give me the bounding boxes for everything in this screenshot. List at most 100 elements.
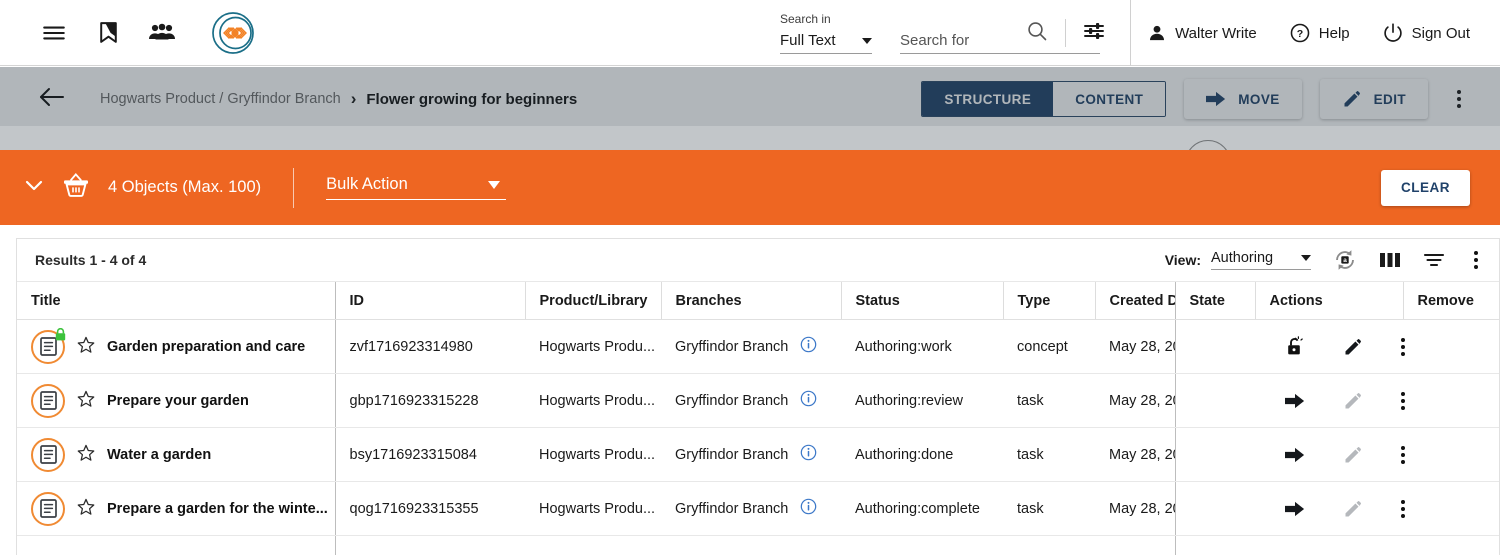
help-label: Help — [1318, 24, 1350, 42]
table-row[interactable]: Water a garden bsy1716923315084 Hogwarts… — [17, 427, 1499, 482]
favorite-star-icon[interactable] — [77, 390, 95, 412]
edit-pencil-icon — [1343, 445, 1363, 465]
view-mode-toggle: STRUCTURE CONTENT — [921, 81, 1167, 117]
back-arrow-icon[interactable] — [38, 85, 66, 114]
cell-id: zvf1716923314980 — [334, 319, 525, 374]
arrow-right-icon[interactable] — [1285, 446, 1305, 464]
table-row[interactable]: Prepare a garden for the winte... qog171… — [17, 481, 1499, 536]
cell-type: concept — [1003, 319, 1095, 374]
dot — [1401, 499, 1405, 504]
column-header-type[interactable]: Type — [1002, 281, 1095, 320]
cell-status: Authoring:complete — [841, 481, 1003, 536]
chevron-down-icon — [488, 180, 501, 189]
cell-type: task — [1003, 427, 1095, 482]
cell-actions — [1255, 535, 1403, 555]
cell-state — [1174, 535, 1255, 555]
arrow-right-icon[interactable] — [1285, 500, 1305, 518]
edit-pencil-icon[interactable] — [1343, 337, 1363, 357]
search-scope-select[interactable]: Full Text — [780, 32, 872, 54]
document-icon[interactable] — [31, 437, 65, 472]
table-header-row: Title ID Product/Library Branches Status… — [17, 281, 1499, 320]
toolbar-actions: STRUCTURE CONTENT MOVE EDIT — [921, 66, 1472, 132]
tab-structure[interactable]: STRUCTURE — [922, 82, 1054, 116]
cell-actions — [1255, 319, 1405, 374]
column-header-product-library[interactable]: Product/Library — [524, 281, 661, 320]
dot — [1401, 351, 1405, 356]
clear-button[interactable]: CLEAR — [1381, 169, 1470, 206]
bulk-action-bar: 4 Objects (Max. 100) Bulk Action CLEAR — [0, 150, 1500, 225]
unlock-icon[interactable] — [1285, 335, 1305, 358]
row-overflow-menu[interactable] — [1401, 445, 1405, 464]
favorite-star-icon[interactable] — [77, 336, 95, 358]
application-root: Search in Full Text Search for Walter Wr… — [0, 0, 1500, 555]
columns-icon[interactable] — [1379, 250, 1401, 270]
cell-state — [1174, 427, 1255, 482]
people-icon[interactable] — [148, 19, 176, 47]
app-logo[interactable] — [210, 10, 256, 56]
tune-icon[interactable] — [1082, 19, 1106, 48]
page-title: Flower growing for beginners — [366, 90, 578, 108]
document-icon[interactable] — [31, 383, 65, 418]
sign-out-button[interactable]: Sign Out — [1366, 22, 1500, 44]
row-overflow-menu[interactable] — [1401, 391, 1405, 410]
search-scope: Search in Full Text — [780, 13, 872, 54]
table-row-partial[interactable] — [17, 535, 1499, 555]
cell-state — [1174, 481, 1255, 536]
edit-pencil-icon — [1343, 391, 1363, 411]
favorite-star-icon[interactable] — [77, 444, 95, 466]
row-overflow-menu[interactable] — [1401, 337, 1405, 356]
info-icon[interactable] — [800, 444, 817, 465]
column-header-created-date[interactable]: Created Dat — [1094, 281, 1175, 320]
chevron-down-icon — [862, 37, 872, 44]
column-header-status[interactable]: Status — [840, 281, 1003, 320]
row-overflow-menu[interactable] — [1401, 499, 1405, 518]
view-select[interactable]: Authoring — [1211, 250, 1311, 270]
results-toolbar-right: View: Authoring a — [1165, 249, 1485, 271]
global-header: Search in Full Text Search for Walter Wr… — [0, 0, 1500, 66]
bulk-action-select[interactable]: Bulk Action — [326, 175, 507, 200]
breadcrumb: Hogwarts Product / Gryffindor Branch › F… — [100, 89, 577, 109]
info-icon[interactable] — [800, 390, 817, 411]
info-icon[interactable] — [800, 336, 817, 357]
help-button[interactable]: ? Help — [1273, 22, 1366, 44]
menu-icon[interactable] — [40, 19, 68, 47]
column-header-id[interactable]: ID — [334, 281, 525, 320]
info-icon[interactable] — [800, 498, 817, 519]
user-menu[interactable]: Walter Write — [1131, 23, 1273, 43]
toolbar-overflow-menu[interactable] — [1446, 90, 1472, 108]
document-icon[interactable] — [31, 491, 65, 526]
column-header-title[interactable]: Title — [17, 281, 335, 320]
cell-title: Prepare your garden — [17, 373, 335, 428]
move-button[interactable]: MOVE — [1184, 79, 1302, 119]
refresh-state-icon[interactable]: a — [1333, 249, 1357, 271]
column-header-remove[interactable]: Remove — [1402, 281, 1499, 320]
cell-id: bsy1716923315084 — [334, 427, 525, 482]
breadcrumb-parent[interactable]: Hogwarts Product / Gryffindor Branch — [100, 91, 341, 107]
edit-button[interactable]: EDIT — [1319, 79, 1428, 119]
cell-status: Authoring:work — [841, 319, 1003, 374]
favorite-star-icon[interactable] — [77, 498, 95, 520]
search-icon[interactable] — [1025, 19, 1049, 48]
table-row[interactable]: Garden preparation and care zvf171692331… — [17, 319, 1499, 374]
table-row[interactable]: Prepare your garden gbp1716923315228 Hog… — [17, 373, 1499, 428]
edit-pencil-icon — [1343, 499, 1363, 519]
column-header-actions[interactable]: Actions — [1254, 281, 1403, 320]
filter-icon[interactable] — [1423, 250, 1445, 270]
dot — [1401, 337, 1405, 342]
dot — [1401, 405, 1405, 410]
cell-branch: Gryffindor Branch — [661, 481, 841, 536]
branch-label: Gryffindor Branch — [675, 338, 789, 355]
column-header-branches[interactable]: Branches — [660, 281, 841, 320]
header-divider — [1065, 19, 1067, 47]
chevron-down-icon[interactable] — [22, 173, 46, 202]
column-header-state[interactable]: State — [1174, 281, 1255, 320]
power-icon — [1383, 23, 1402, 42]
arrow-right-icon[interactable] — [1285, 392, 1305, 410]
document-icon[interactable] — [31, 327, 66, 364]
tab-content[interactable]: CONTENT — [1053, 82, 1166, 116]
branch-label: Gryffindor Branch — [675, 446, 789, 463]
bulk-selection-count: 4 Objects (Max. 100) — [108, 178, 262, 196]
bookmark-icon[interactable] — [94, 19, 122, 47]
cell-id: qog1716923315355 — [334, 481, 525, 536]
results-overflow-menu[interactable] — [1467, 251, 1485, 269]
